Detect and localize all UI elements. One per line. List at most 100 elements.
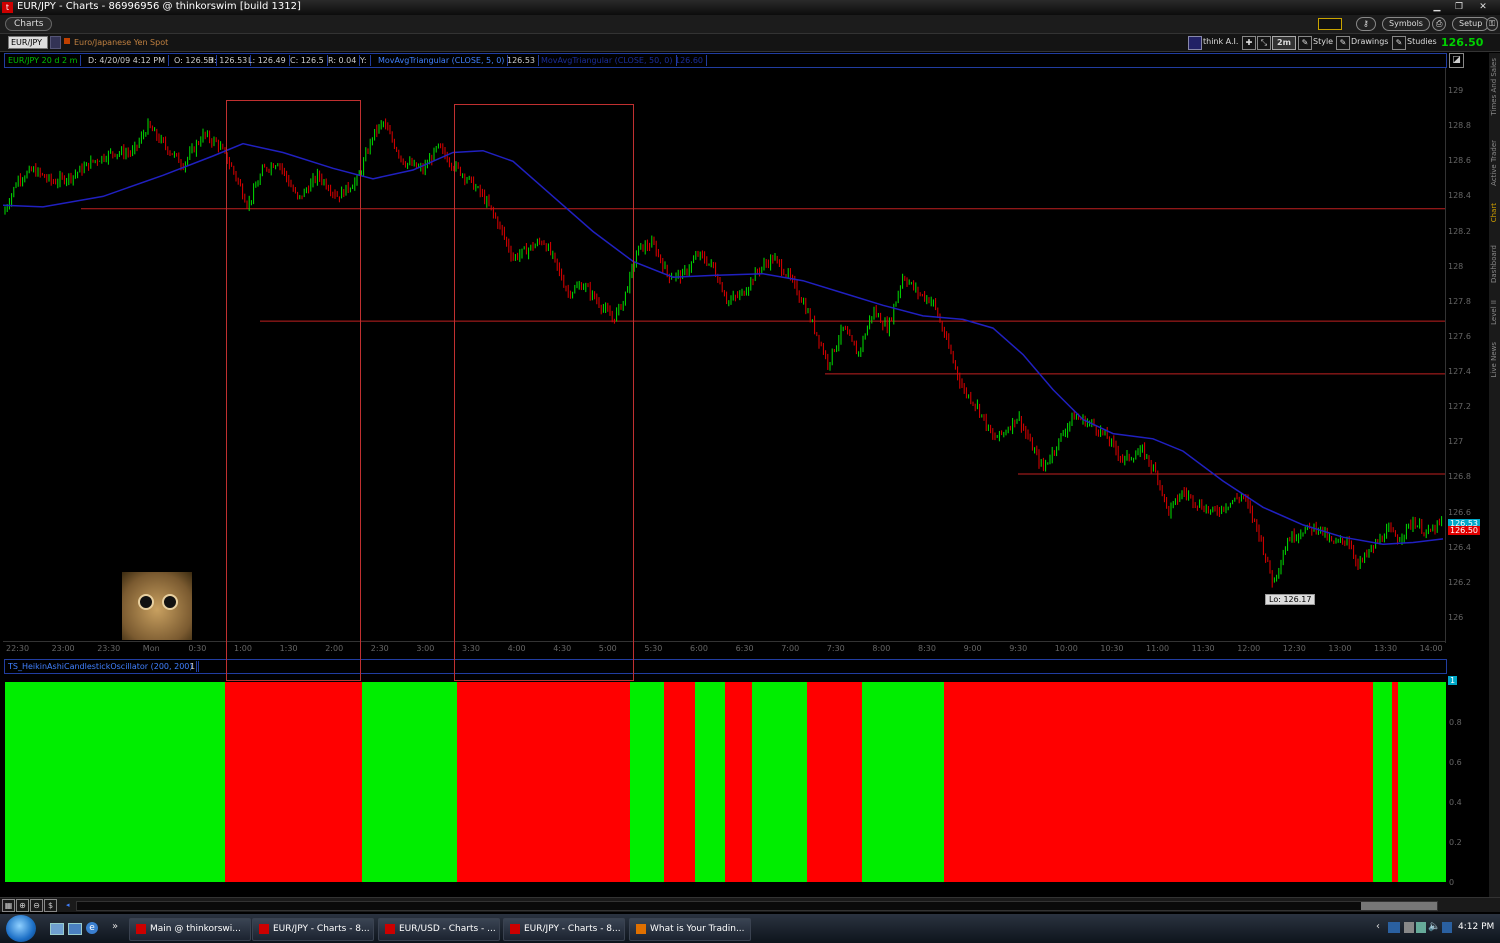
taskbar-app-icon <box>259 923 269 934</box>
taskbar-item[interactable]: EUR/JPY - Charts - 8... <box>503 918 625 941</box>
tray-monitor-icon[interactable] <box>1416 922 1426 933</box>
maximize-icon[interactable]: ❐ <box>1450 1 1468 13</box>
quicklaunch-more-icon[interactable]: » <box>112 921 118 932</box>
zoom-icon[interactable]: ⤡ <box>1257 36 1271 50</box>
symbol-dropdown-icon[interactable] <box>50 36 61 49</box>
time-axis-label: 7:00 <box>781 644 800 653</box>
symbol-description: Euro/Japanese Yen Spot <box>74 38 169 47</box>
tray-volume-icon[interactable]: 🔈 <box>1428 921 1440 932</box>
oscillator-axis-label: 0 <box>1449 878 1455 887</box>
oscillator-chart[interactable] <box>3 680 1446 883</box>
chart-settings-icon[interactable]: ◪ <box>1449 53 1464 68</box>
taskbar-item[interactable]: EUR/JPY - Charts - 8... <box>252 918 374 941</box>
minimize-icon[interactable]: ▁ <box>1428 1 1446 13</box>
right-tab-active-trader[interactable]: Active Trader <box>1490 140 1498 186</box>
think-ai-icon[interactable] <box>1188 36 1202 50</box>
oscillator-value: 1 <box>187 661 200 672</box>
right-tab-chart[interactable]: Chart <box>1490 203 1498 222</box>
last-price: 126.50 <box>1441 36 1484 49</box>
study-ma-slow-value: 126.60 <box>672 55 707 66</box>
time-axis-label: 9:30 <box>1009 644 1028 653</box>
time-axis-label: 0:30 <box>188 644 207 653</box>
price-axis-line <box>1445 68 1446 643</box>
clock[interactable]: 4:12 PM <box>1458 922 1494 932</box>
taskbar-item[interactable]: EUR/USD - Charts - ... <box>378 918 500 941</box>
bar-y: Y: <box>357 55 371 66</box>
lock-icon[interactable]: ⚿ <box>1486 17 1499 31</box>
oscillator-name[interactable]: TS_HeikinAshiCandlestickOscillator (200,… <box>5 661 197 672</box>
taskbar-item[interactable]: What is Your Tradin... <box>629 918 751 941</box>
right-tab-times-and-sales[interactable]: Times And Sales <box>1490 58 1498 116</box>
tray-expand-icon[interactable]: ‹ <box>1376 921 1380 932</box>
study-ma-slow[interactable]: MovAvgTriangular (CLOSE, 50, 0) <box>538 55 677 66</box>
tray-network-icon[interactable] <box>1388 922 1400 933</box>
charts-tab[interactable]: Charts <box>5 17 53 31</box>
right-tab-live-news[interactable]: Live News <box>1490 342 1498 377</box>
time-axis-label: 3:00 <box>416 644 435 653</box>
browser-icon[interactable]: e <box>86 922 98 934</box>
style-settings-icon[interactable]: $ <box>44 899 57 912</box>
time-axis-label: 13:00 <box>1328 644 1352 653</box>
oscillator-axis-label: 0.4 <box>1449 798 1462 807</box>
time-axis-label: 10:00 <box>1054 644 1078 653</box>
drawings-button[interactable]: Drawings <box>1351 36 1388 48</box>
price-chart[interactable] <box>3 68 1445 641</box>
style-button[interactable]: Style <box>1313 36 1333 48</box>
price-axis-label: 128.8 <box>1448 121 1471 131</box>
oscillator-up-segment <box>752 682 807 882</box>
crosshair-icon[interactable]: ✚ <box>1242 36 1256 50</box>
zoom-out-icon[interactable]: ⊖ <box>30 899 43 912</box>
time-axis-line <box>3 641 1445 642</box>
time-axis-label: 4:30 <box>553 644 572 653</box>
taskbar-item[interactable]: Main @ thinkorswi... <box>129 918 251 941</box>
scroll-left-icon[interactable]: ◂ <box>66 901 72 909</box>
timeframe-button[interactable]: 2m <box>1272 36 1296 50</box>
time-axis-label: 9:00 <box>963 644 982 653</box>
price-axis-label: 128.6 <box>1448 156 1471 166</box>
tray-extra-icon[interactable] <box>1442 922 1452 933</box>
price-axis-label: 127.6 <box>1448 331 1471 341</box>
symbol-input[interactable]: EUR/JPY <box>8 36 48 49</box>
switch-windows-icon[interactable] <box>68 923 82 935</box>
start-button[interactable] <box>6 915 36 942</box>
print-icon[interactable]: ⎙ <box>1432 17 1447 31</box>
setup-button[interactable]: Setup <box>1452 17 1490 31</box>
study-ma-fast[interactable]: MovAvgTriangular (CLOSE, 5, 0) <box>375 55 509 66</box>
menu-bar: Charts ⚷ Symbols ⎙ Setup ⚿ <box>0 15 1500 34</box>
oscillator-down-segment <box>944 682 1373 882</box>
scrollbar-thumb[interactable] <box>1361 902 1437 910</box>
taskbar-app-icon <box>510 923 520 934</box>
think-ai-button[interactable]: think A.I. <box>1203 36 1238 48</box>
time-axis-label: 12:30 <box>1282 644 1306 653</box>
right-tab-level-ii[interactable]: Level II <box>1490 300 1498 325</box>
time-axis-label: 14:00 <box>1419 644 1443 653</box>
oscillator-down-segment <box>807 682 862 882</box>
oscillator-down-segment <box>225 682 362 882</box>
studies-icon: ✎ <box>1392 36 1406 50</box>
time-axis-label: 5:00 <box>598 644 617 653</box>
show-desktop-icon[interactable] <box>50 923 64 935</box>
time-axis-label: 11:00 <box>1146 644 1170 653</box>
price-axis-label: 126.6 <box>1448 507 1471 517</box>
symbols-button[interactable]: Symbols <box>1382 17 1430 31</box>
price-axis-label: 128.4 <box>1448 191 1471 201</box>
tray-app-icon[interactable] <box>1404 922 1414 933</box>
oscillator-up-segment <box>862 682 944 882</box>
oscillator-up-segment <box>695 682 725 882</box>
key-icon[interactable]: ⚷ <box>1356 17 1376 31</box>
time-axis-label: 5:30 <box>644 644 663 653</box>
title-bar: t EUR/JPY - Charts - 86996956 @ thinkors… <box>0 0 1500 15</box>
grid-icon[interactable]: ▦ <box>2 899 15 912</box>
time-axis-label: 10:30 <box>1100 644 1124 653</box>
oscillator-axis-label: 0.2 <box>1449 838 1462 847</box>
price-axis-label: 129 <box>1448 86 1464 95</box>
taskbar-item-label: Main @ thinkorswi... <box>150 924 241 934</box>
zoom-in-icon[interactable]: ⊕ <box>16 899 29 912</box>
order-box[interactable] <box>1318 18 1342 30</box>
time-axis-label: 7:30 <box>826 644 845 653</box>
horizontal-scrollbar[interactable] <box>76 901 1438 911</box>
taskbar-item-label: EUR/JPY - Charts - 8... <box>273 924 370 934</box>
right-tab-dashboard[interactable]: Dashboard <box>1490 245 1498 283</box>
close-icon[interactable]: ✕ <box>1474 1 1492 13</box>
studies-button[interactable]: Studies <box>1407 36 1437 48</box>
